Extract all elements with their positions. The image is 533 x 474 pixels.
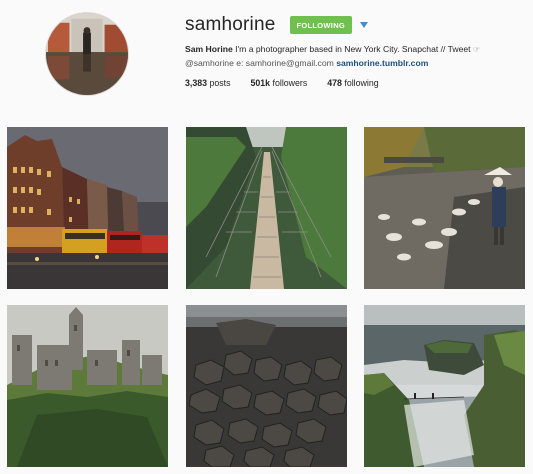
following-label: following <box>344 78 379 88</box>
following-stat[interactable]: 478 following <box>327 78 378 88</box>
following-count: 478 <box>327 78 342 88</box>
followers-stat[interactable]: 501k followers <box>251 78 308 88</box>
caret-down-icon[interactable] <box>360 22 369 28</box>
profile-header: samhorine FOLLOWING Sam Horine I'm a pho… <box>185 13 525 88</box>
profile-stats: 3,383 posts 501k followers 478 following <box>185 78 525 88</box>
photo-tile[interactable] <box>7 305 168 467</box>
posts-stat: 3,383 posts <box>185 78 231 88</box>
website-link[interactable]: samhorine.tumblr.com <box>336 58 428 68</box>
following-button[interactable]: FOLLOWING <box>289 16 353 34</box>
photo-castle-ruins <box>7 305 168 467</box>
followers-count: 501k <box>250 78 271 88</box>
full-name: Sam Horine <box>185 44 233 54</box>
username: samhorine <box>185 14 276 35</box>
photo-tile[interactable] <box>186 127 347 289</box>
photo-tile[interactable] <box>186 305 347 467</box>
photo-rope-bridge <box>186 127 347 289</box>
photo-swans <box>364 127 525 289</box>
bio-text: I'm a photographer based in New York Cit… <box>235 44 471 54</box>
posts-count: 3,383 <box>185 78 208 88</box>
followers-label: followers <box>272 78 308 88</box>
photo-tile[interactable] <box>7 127 168 289</box>
avatar-photo <box>46 13 128 95</box>
bio-contact: @samhorine e: samhorine@gmail.com <box>185 57 334 68</box>
bio: Sam Horine I'm a photographer based in N… <box>185 43 525 69</box>
username-row: samhorine FOLLOWING <box>185 13 525 37</box>
photo-basalt-columns <box>186 305 347 467</box>
profile-avatar[interactable] <box>45 12 129 96</box>
photo-tile[interactable] <box>364 305 525 467</box>
posts-label: posts <box>209 78 231 88</box>
photo-coastal-cliffs <box>364 305 525 467</box>
hand-icon: ☞ <box>472 45 481 54</box>
photo-tile[interactable] <box>364 127 525 289</box>
photo-city-street <box>7 127 168 289</box>
